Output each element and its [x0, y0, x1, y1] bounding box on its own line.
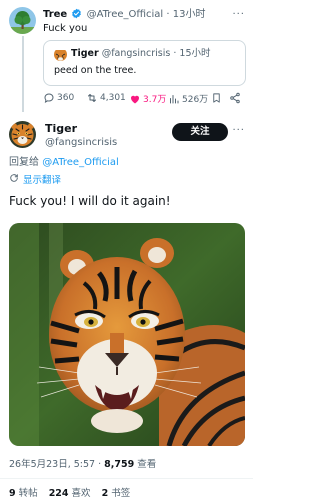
quoted-author-handle: @fangsincrisis [101, 48, 171, 59]
views-button[interactable]: 526万 [168, 92, 208, 105]
reply-count: 360 [57, 93, 75, 103]
heart-icon [129, 93, 141, 105]
translate-icon [9, 173, 19, 187]
retweet-button[interactable]: 4,301 [86, 92, 126, 104]
parent-tweet-actions: 360 4,301 3.7万 526万 [43, 92, 246, 106]
divider [0, 478, 253, 479]
parent-author-name[interactable]: Tree [43, 9, 67, 20]
view-count: 8,759 [104, 459, 135, 470]
more-icon[interactable]: ··· [232, 125, 245, 136]
retweets-stat[interactable]: 9 转帖 [9, 488, 38, 499]
verified-badge-icon [71, 8, 82, 23]
translate-button[interactable]: 显示翻译 [9, 173, 61, 187]
author-handle[interactable]: @fangsincrisis [45, 136, 117, 149]
reply-button[interactable]: 360 [43, 92, 74, 104]
quoted-tweet-text: peed on the tree. [54, 65, 137, 76]
author-name[interactable]: Tiger [45, 122, 77, 135]
quoted-author-avatar [54, 48, 67, 61]
timestamp-date: 26年5月23日, 5:57 · [9, 459, 105, 470]
parent-tweet-time: · 13小时 [166, 9, 206, 20]
bookmarks-stat[interactable]: 2 书签 [102, 488, 131, 499]
reply-prefix: 回复给 [9, 157, 43, 168]
bookmark-button[interactable] [211, 92, 222, 104]
views-count: 526万 [182, 95, 209, 105]
view-label: 查看 [134, 459, 157, 470]
parent-author-handle[interactable]: @ATree_Official [87, 9, 164, 20]
bookmarks-stat-label: 书签 [108, 488, 131, 499]
quoted-tweet-header: Tiger @fangsincrisis · 15小时 [71, 48, 211, 60]
bookmark-icon [211, 92, 222, 104]
tree-avatar[interactable] [9, 7, 36, 34]
like-count: 3.7万 [143, 95, 167, 105]
like-button[interactable]: 3.7万 [129, 92, 166, 105]
tweet-text: Fuck you! I will do it again! [9, 194, 171, 208]
retweet-icon [86, 92, 98, 104]
share-button[interactable] [229, 92, 241, 104]
reply-icon [43, 92, 55, 104]
translate-label: 显示翻译 [23, 174, 62, 186]
tweet-page: Tree @ATree_Official · 13小时 ··· Fuck you… [0, 0, 253, 500]
follow-button[interactable]: 关注 [172, 123, 228, 141]
parent-tweet-text: Fuck you [43, 23, 88, 34]
tweet-stats: 9 转帖 224 喜欢 2 书签 [9, 487, 138, 500]
likes-stat-count: 224 [48, 488, 69, 499]
likes-stat[interactable]: 224 喜欢 [49, 488, 91, 499]
quoted-tweet-card[interactable]: Tiger @fangsincrisis · 15小时 peed on the … [43, 40, 246, 86]
retweets-stat-label: 转帖 [15, 488, 38, 499]
share-icon [229, 92, 241, 104]
quoted-tweet-time: · 15小时 [173, 48, 211, 59]
reply-to-link[interactable]: @ATree_Official [42, 157, 119, 168]
likes-stat-label: 喜欢 [68, 488, 91, 499]
views-icon [168, 93, 180, 105]
retweets-stat-count: 9 [9, 488, 16, 499]
quoted-author-name: Tiger [71, 48, 99, 59]
parent-tweet-header: Tree @ATree_Official · 13小时 [43, 8, 206, 23]
tiger-avatar[interactable] [9, 121, 36, 148]
reply-context: 回复给 @ATree_Official [9, 156, 119, 169]
more-icon[interactable]: ··· [232, 9, 245, 20]
thread-line [21, 36, 24, 112]
tiger-photo[interactable] [9, 223, 245, 446]
retweet-count: 4,301 [100, 93, 126, 103]
tweet-timestamp: 26年5月23日, 5:57 · 8,759 查看 [9, 458, 156, 471]
